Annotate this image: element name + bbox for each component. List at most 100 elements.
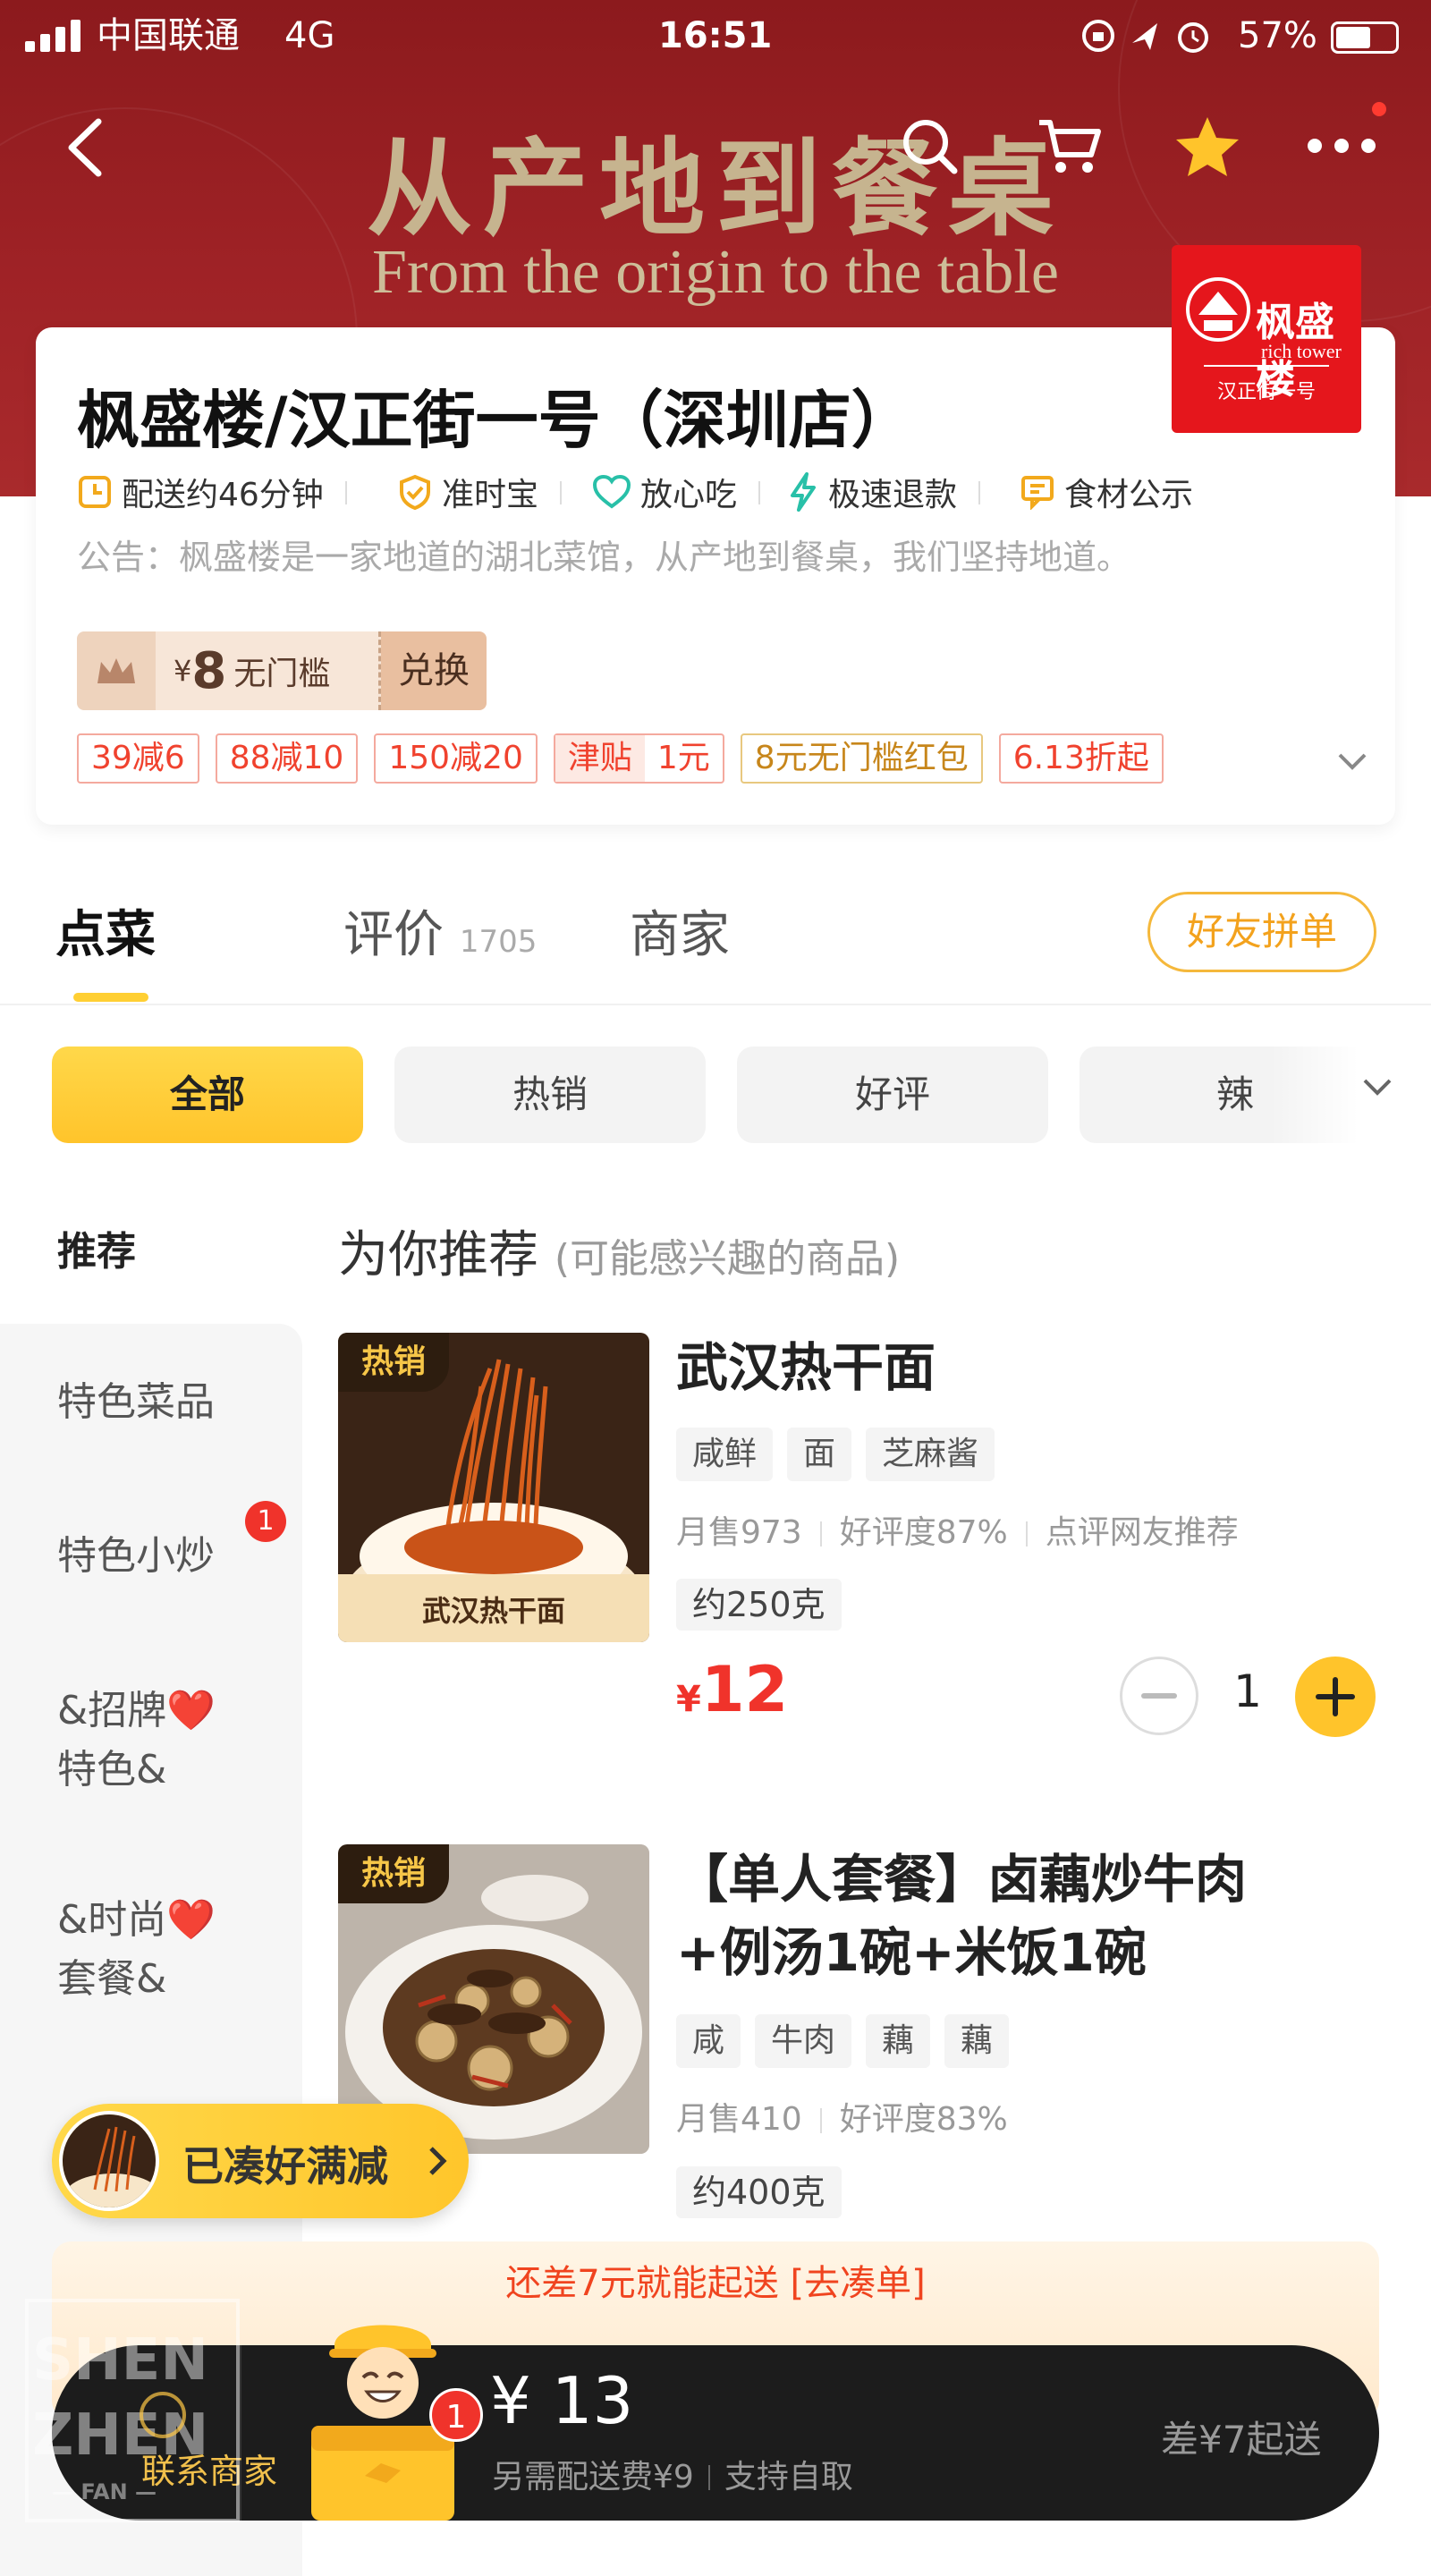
status-icons [1080,13,1215,59]
product-stats: 月售973 好评度87% 点评网友推荐 [676,1506,1239,1553]
network-label: 4G [284,15,335,56]
image-caption: 武汉热干面 [421,1594,565,1628]
product-weight: 约400克 [676,2166,842,2218]
search-button[interactable] [894,111,966,182]
search-icon [903,120,958,174]
back-button[interactable] [54,107,116,188]
product-price: ¥12 [676,1653,788,1726]
product-tag: 牛肉 [755,2014,852,2068]
feature-delivery-time: 配送约46分钟 [77,470,347,513]
favorite-button[interactable] [1170,109,1245,184]
deal-complete-pill[interactable]: 已凑好满减 [52,2104,469,2218]
decrease-quantity-button[interactable] [1120,1657,1198,1735]
promo-tag: 39减6 [77,733,199,784]
product-name[interactable]: 【单人套餐】卤藕炒牛肉 +例汤1碗+米饭1碗 [676,1843,1247,1989]
banner-subtitle: From the origin to the table [372,238,1059,307]
cart-total: ¥ 13 [490,2363,634,2438]
product-image[interactable]: 武汉热干面 热销 [338,1333,649,1642]
coupon-currency: ¥ [174,654,192,688]
deal-thumbnail [59,2111,159,2211]
hot-badge: 热销 [338,1844,449,1903]
product-tag: 芝麻酱 [866,1428,995,1481]
feature-on-time: 准时宝 [397,470,563,513]
hot-badge: 热销 [338,1333,449,1392]
promo-tag: 6.13折起 [998,733,1164,784]
min-order-remaining: 差¥7起送 [1161,2418,1322,2462]
chevron-right-icon [429,2147,447,2175]
delivery-fee: 另需配送费¥9 [492,2459,694,2496]
product-weight: 约250克 [676,1579,842,1631]
heart-icon [592,474,631,509]
divider [0,1004,1431,1005]
lightning-icon [791,472,816,512]
price-currency: ¥ [676,1679,701,1720]
feature-safe-food: 放心吃 [592,470,761,513]
product-name-line: +例汤1碗+米饭1碗 [676,1922,1147,1983]
product-tags: 咸 牛肉 藕 藕 [676,2014,1010,2068]
logo-en: rich tower [1261,340,1342,362]
product-name[interactable]: 武汉热干面 [676,1331,936,1404]
increase-quantity-button[interactable] [1295,1657,1376,1737]
more-icon [1308,139,1376,153]
filter-all[interactable]: 全部 [52,1046,363,1143]
promo-tags[interactable]: 39减6 88减10 150减20 津贴 1元 8元无门槛红包 6.13折起 [77,733,1164,785]
clock: 16:51 [658,15,773,56]
product-tags: 咸鲜 面 芝麻酱 [676,1428,995,1481]
section-title: 为你推荐 (可能感兴趣的商品) [338,1215,900,1287]
active-tab-indicator [73,993,148,1002]
filter-good-review[interactable]: 好评 [737,1046,1048,1143]
store-logo: 枫盛楼 rich tower 汉正街一号 [1172,245,1361,433]
coupon-exchange-button[interactable]: 兑换 [381,631,487,710]
product-name-line: 【单人套餐】卤藕炒牛肉 [676,1849,1248,1910]
quantity-value: 1 [1233,1665,1262,1717]
cart-button[interactable] [1032,111,1107,182]
store-notice[interactable]: 公告：枫盛楼是一家地道的湖北菜馆，从产地到餐桌，我们坚持地道。 [77,530,1130,579]
tab-reviews[interactable]: 评价 1705 [343,894,537,967]
chevron-down-icon [1338,753,1367,770]
promo-tag-allowance: 津贴 1元 [553,733,724,784]
expand-promos-button[interactable] [1333,748,1372,775]
feature-label: 食材公示 [1064,477,1194,513]
cart-icon [1039,120,1101,173]
feature-label: 准时宝 [442,477,539,513]
chevron-left-icon [68,118,102,177]
sidebar-item-combo[interactable]: &时尚❤️ 套餐& [57,1891,216,2009]
svg-text:ZHEN: ZHEN [32,2402,208,2469]
expand-filters-button[interactable] [1358,1073,1397,1100]
feature-label: 配送约46分钟 [122,477,324,513]
sidebar-item-signature[interactable]: &招牌❤️ 特色& [57,1682,216,1800]
cart-bar[interactable]: 1 ¥ 13 另需配送费¥9 支持自取 差¥7起送 联系商家 [52,2325,1379,2521]
coupon-card[interactable]: ¥ 8 无门槛 兑换 [77,631,487,710]
coupon-amount: 8 [191,641,227,700]
recommend-label: 点评网友推荐 [1045,1514,1239,1551]
friends-order-button[interactable]: 好友拼单 [1147,892,1376,972]
filter-hot[interactable]: 热销 [394,1046,706,1143]
product-tag: 咸鲜 [676,1428,774,1481]
price-value: 12 [700,1653,789,1726]
more-button[interactable] [1288,102,1395,174]
battery-label: 57% [1238,15,1317,56]
promo-extra: 1元 [656,740,710,776]
minus-icon [1141,1693,1177,1699]
cart-count-badge: 1 [429,2388,483,2442]
coupon-condition: 无门槛 [233,656,331,692]
sidebar-item-featured[interactable]: 特色菜品 [57,1373,215,1432]
tab-label: 评价 [343,906,444,964]
product-tag: 藕 [944,2014,1010,2068]
promo-tag: 88减10 [215,733,359,784]
sidebar-item-recommend[interactable]: 推荐 [57,1219,136,1276]
feature-ingredients: 食材公示 [1020,470,1193,513]
monthly-sales: 月售973 [676,1514,802,1551]
tab-merchant[interactable]: 商家 [630,894,730,967]
tab-order[interactable]: 点菜 [55,894,156,967]
svg-text:— FAN —: — FAN — [52,2479,157,2504]
watermark-logo: SHEN ZHEN — FAN — [25,2299,240,2522]
carrier-label: 中国联通 [97,15,240,56]
battery-icon [1331,21,1399,54]
review-count: 1705 [459,924,538,960]
product-stats: 月售410 好评度83% [676,2093,1008,2140]
sidebar-item-stir-fry[interactable]: 特色小炒 [57,1527,215,1586]
promo-tag: 8元无门槛红包 [740,733,983,784]
shield-icon [400,474,430,510]
plus-icon [1316,1677,1355,1716]
